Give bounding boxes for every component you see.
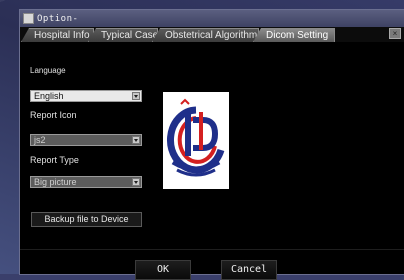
language-select[interactable]: English bbox=[30, 90, 142, 102]
window-title: Option- bbox=[37, 13, 79, 24]
tab-dicom-setting[interactable]: Dicom Setting bbox=[253, 28, 335, 42]
report-icon-label: Report Icon bbox=[30, 110, 77, 120]
tab-obstetrical-algorithm[interactable]: Obstetrical Algorithm bbox=[152, 28, 259, 42]
report-icon-preview bbox=[163, 92, 229, 189]
chevron-down-icon[interactable] bbox=[132, 92, 140, 100]
title-bar[interactable]: Option- bbox=[20, 10, 404, 27]
option-dialog: Option- Hospital Info Typical Case Obste… bbox=[20, 10, 404, 280]
report-icon-select[interactable]: js2 bbox=[30, 134, 142, 146]
backup-button[interactable]: Backup file to Device bbox=[31, 212, 142, 227]
app-icon bbox=[23, 13, 34, 24]
report-icon-value: js2 bbox=[34, 135, 46, 145]
close-icon[interactable]: × bbox=[389, 28, 401, 39]
ok-button[interactable]: OK bbox=[135, 260, 191, 280]
tab-typical-case[interactable]: Typical Case bbox=[88, 28, 158, 42]
report-type-select[interactable]: Big picture bbox=[30, 176, 142, 188]
hospital-logo-icon bbox=[167, 98, 225, 177]
tab-content: Language English Report Icon js2 Report … bbox=[20, 42, 404, 280]
tab-strip: Hospital Info Typical Case Obstetrical A… bbox=[20, 27, 404, 42]
chevron-down-icon[interactable] bbox=[132, 178, 140, 186]
language-value: English bbox=[34, 91, 64, 101]
report-type-label: Report Type bbox=[30, 155, 79, 165]
report-type-value: Big picture bbox=[34, 177, 77, 187]
cancel-button[interactable]: Cancel bbox=[221, 260, 277, 280]
tab-hospital-info[interactable]: Hospital Info bbox=[21, 28, 94, 42]
language-label: Language bbox=[30, 66, 66, 75]
divider bbox=[20, 249, 404, 250]
chevron-down-icon[interactable] bbox=[132, 136, 140, 144]
